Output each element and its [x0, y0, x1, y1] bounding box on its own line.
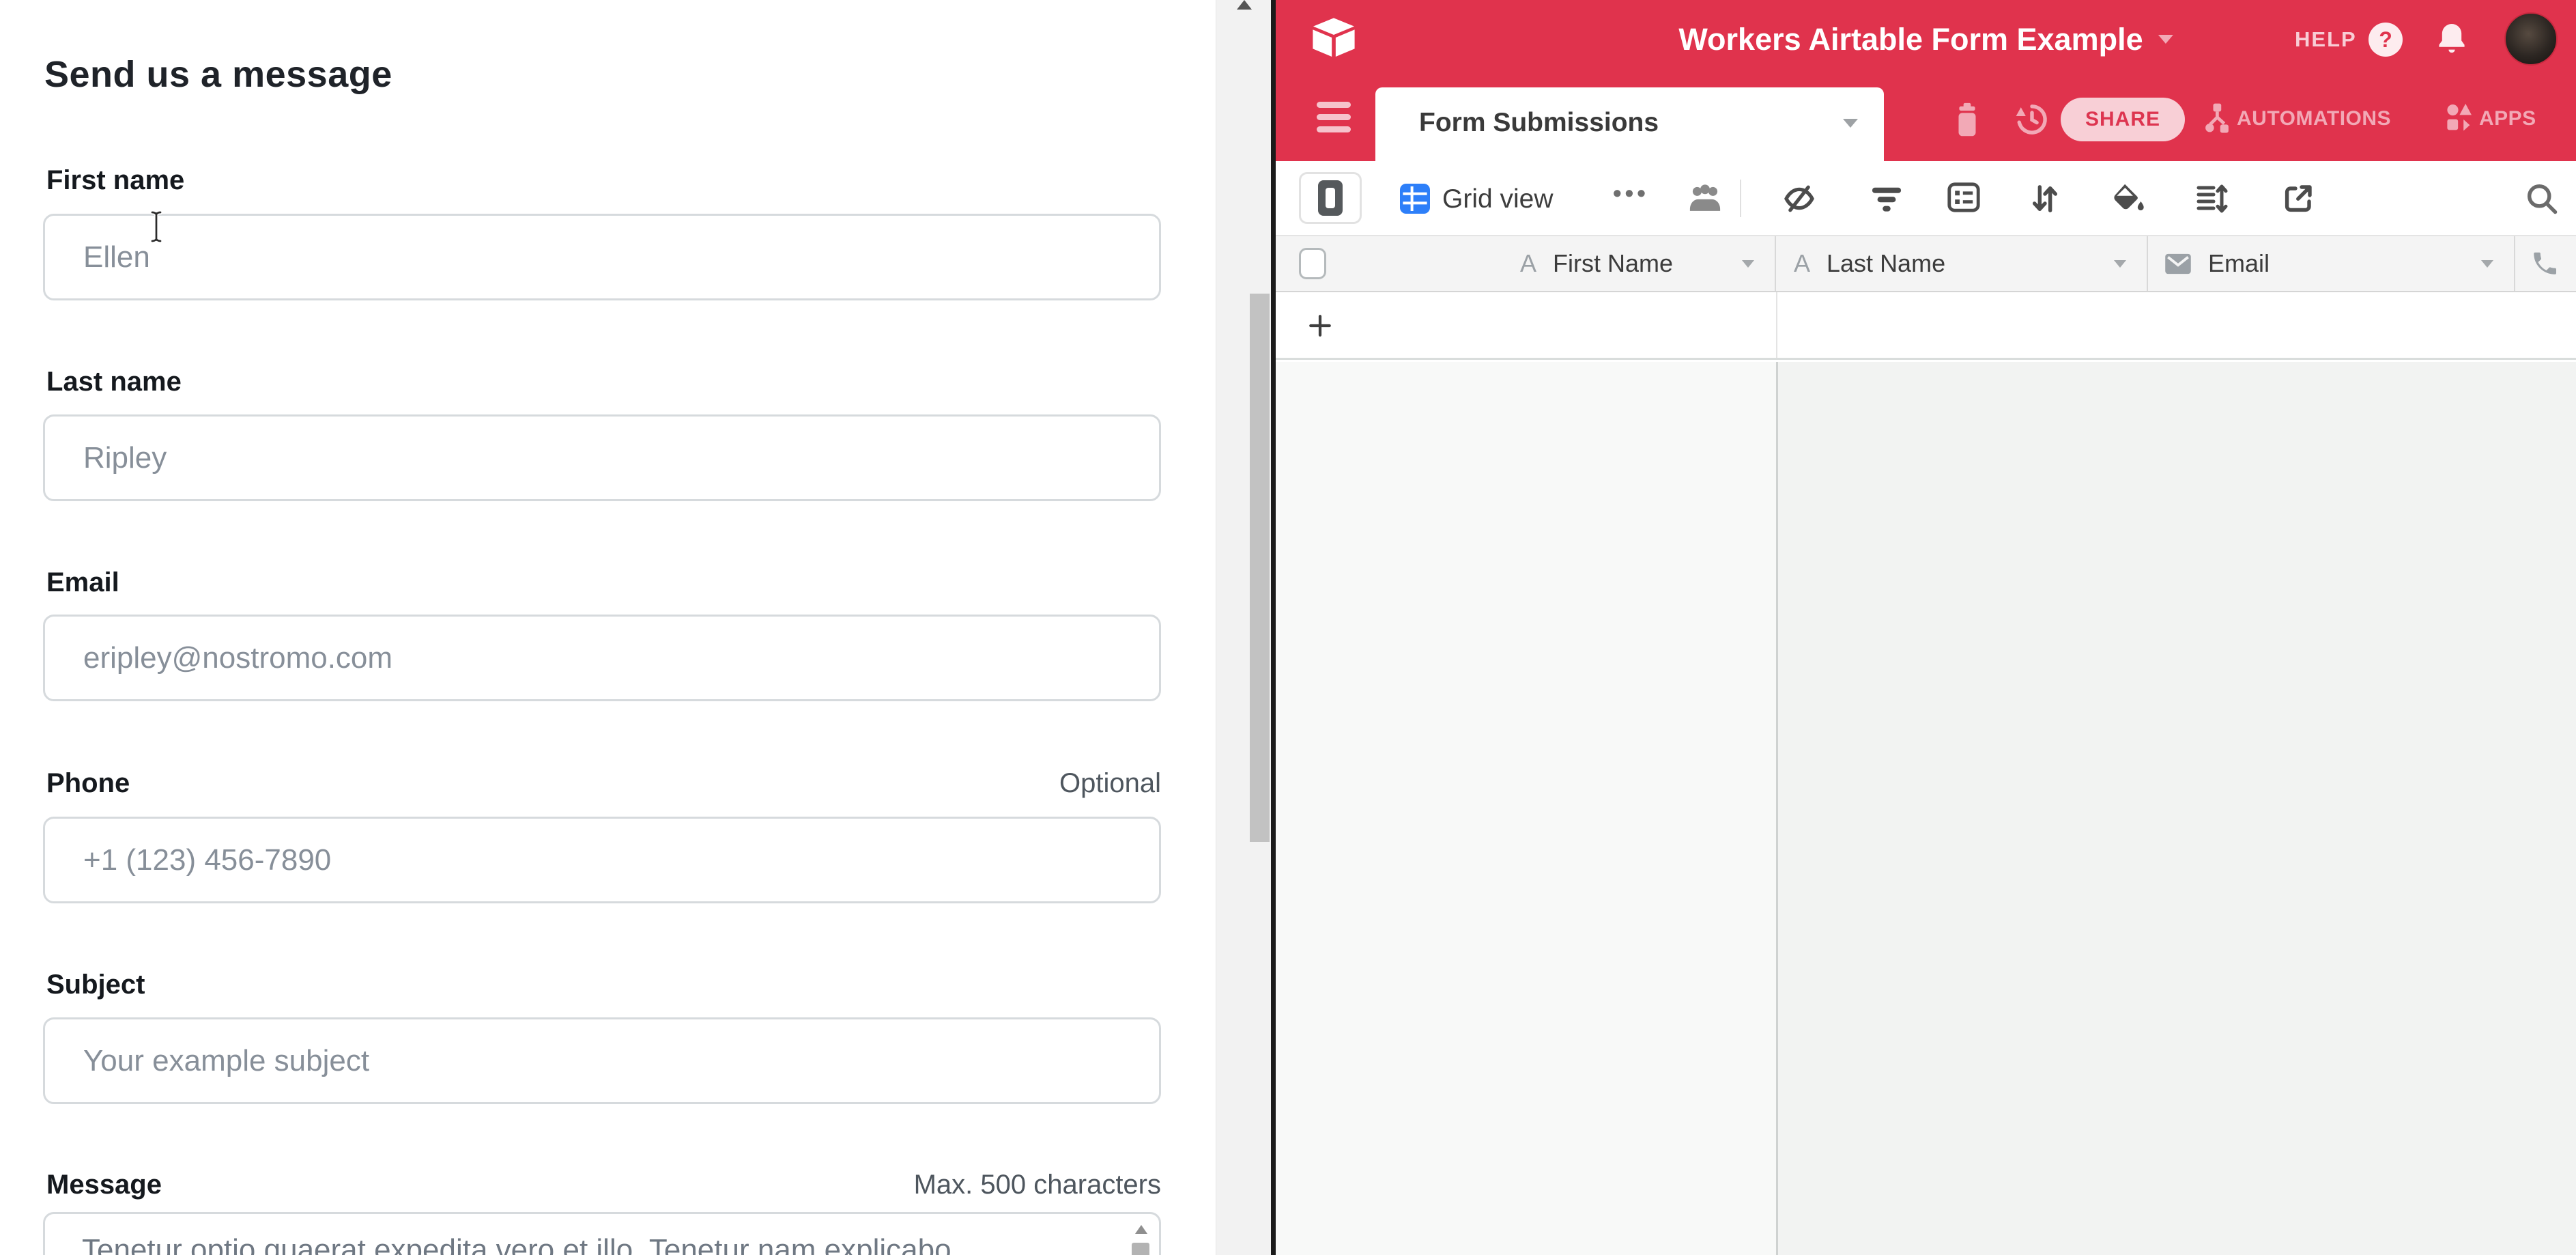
textarea-scrollbar[interactable] [1129, 1219, 1152, 1255]
view-options-ellipsis[interactable]: ••• [1613, 179, 1649, 208]
column-label: Email [2208, 249, 2270, 278]
form-window-scrollbar[interactable] [1216, 0, 1271, 1255]
color-paint-icon[interactable] [2110, 181, 2145, 218]
first-name-placeholder: Ellen [83, 240, 150, 274]
chevron-down-icon [2158, 35, 2173, 44]
subject-placeholder: Your example subject [83, 1044, 369, 1078]
phone-optional-helper: Optional [1059, 768, 1161, 799]
column-header-phone[interactable]: Phone [2515, 236, 2576, 291]
view-name[interactable]: Grid view [1442, 184, 1554, 214]
scrollbar-thumb[interactable] [1250, 294, 1270, 842]
column-chevron-down-icon[interactable] [1742, 260, 1754, 268]
share-button[interactable]: SHARE [2061, 98, 2185, 141]
add-record-plus-icon[interactable] [1307, 313, 1333, 342]
question-circle-icon[interactable]: ? [2369, 23, 2403, 57]
hide-fields-icon[interactable] [1782, 182, 1816, 218]
column-chevron-down-icon[interactable] [2114, 260, 2126, 268]
scroll-up-icon[interactable] [1135, 1225, 1147, 1234]
message-form-window: Send us a message First name Ellen Last … [0, 0, 1216, 1255]
toolbar-divider [1740, 180, 1741, 217]
window-divider [1271, 0, 1276, 1255]
sort-icon[interactable] [2029, 182, 2061, 218]
email-field-icon [2164, 253, 2192, 274]
first-name-input[interactable]: Ellen [43, 214, 1161, 300]
airtable-window: Workers Airtable Form Example HELP ? For… [1276, 0, 2576, 1255]
row-height-icon[interactable] [2196, 182, 2229, 218]
notifications-bell-icon[interactable] [2436, 23, 2467, 60]
phone-label: Phone [46, 768, 130, 799]
single-line-text-icon: A [1794, 249, 1810, 278]
last-name-label: Last name [46, 367, 182, 397]
airtable-topbar: Workers Airtable Form Example HELP ? [1276, 0, 2576, 79]
filter-icon[interactable] [1871, 186, 1902, 216]
add-record-row[interactable] [1276, 292, 2576, 360]
textarea-scrollbar-thumb[interactable] [1132, 1243, 1149, 1255]
message-textarea[interactable]: Tenetur optio quaerat expedita vero et i… [43, 1212, 1161, 1255]
message-maxchars-helper: Max. 500 characters [914, 1170, 1161, 1200]
phone-placeholder: +1 (123) 456-7890 [83, 843, 331, 877]
trash-icon[interactable] [1954, 102, 1981, 140]
last-name-placeholder: Ripley [83, 441, 167, 475]
form-title: Send us a message [44, 53, 392, 96]
scrollbar-up-icon[interactable] [1237, 0, 1252, 10]
grid-header-row: A First Name A Last Name Email [1276, 236, 2576, 292]
automations-icon[interactable] [2202, 102, 2232, 139]
first-name-label: First name [46, 165, 184, 196]
collaborators-icon[interactable] [1688, 182, 1722, 217]
subject-input[interactable]: Your example subject [43, 1017, 1161, 1104]
column-header-first-name[interactable]: A First Name [1276, 236, 1776, 291]
help-button[interactable]: HELP [2295, 27, 2357, 52]
base-title-menu[interactable]: Workers Airtable Form Example [1678, 22, 2173, 57]
airtable-logo-icon[interactable] [1311, 17, 1357, 61]
column-chevron-down-icon[interactable] [2481, 260, 2493, 268]
sidebar-toggle-icon [1318, 180, 1343, 216]
automations-button[interactable]: AUTOMATIONS [2237, 107, 2391, 130]
search-icon[interactable] [2525, 182, 2559, 219]
single-line-text-icon: A [1520, 249, 1536, 278]
group-icon[interactable] [1947, 182, 1980, 216]
tab-form-submissions[interactable]: Form Submissions [1375, 87, 1884, 161]
email-label: Email [46, 567, 119, 598]
table-chevron-down-icon[interactable] [1843, 119, 1858, 128]
column-header-email[interactable]: Email [2148, 236, 2515, 291]
avatar[interactable] [2504, 12, 2558, 66]
column-divider [1776, 292, 1777, 358]
frozen-column-divider[interactable] [1776, 362, 1778, 1255]
last-name-input[interactable]: Ripley [43, 414, 1161, 501]
email-field[interactable]: eripley@nostromo.com [43, 615, 1161, 701]
text-cursor-icon [149, 210, 164, 246]
subject-label: Subject [46, 970, 145, 1000]
grid-frozen-pane [1276, 362, 1776, 1255]
view-sidebar-toggle-button[interactable] [1299, 172, 1362, 224]
message-label: Message [46, 1170, 162, 1200]
table-tab-label: Form Submissions [1419, 108, 1659, 138]
email-placeholder: eripley@nostromo.com [83, 641, 392, 675]
grid-body [1276, 362, 2576, 1255]
apps-button[interactable]: APPS [2479, 107, 2536, 130]
apps-icon[interactable] [2444, 102, 2474, 137]
view-toolbar: Grid view ••• [1276, 161, 2576, 236]
message-text: Tenetur optio quaerat expedita vero et i… [82, 1233, 951, 1255]
hamburger-menu-icon[interactable] [1317, 102, 1351, 139]
column-label: First Name [1553, 249, 1673, 278]
phone-field-icon [2530, 249, 2559, 278]
airtable-tabbar: Form Submissions SHARE [1276, 79, 2576, 161]
screen: Send us a message First name Ellen Last … [0, 0, 2576, 1255]
base-title: Workers Airtable Form Example [1678, 22, 2143, 57]
grid-view-icon [1399, 182, 1431, 218]
phone-field[interactable]: +1 (123) 456-7890 [43, 817, 1161, 903]
history-icon[interactable] [2015, 102, 2049, 140]
column-header-last-name[interactable]: A Last Name [1776, 236, 2148, 291]
share-view-icon[interactable] [2282, 182, 2315, 218]
column-label: Last Name [1827, 249, 1945, 278]
